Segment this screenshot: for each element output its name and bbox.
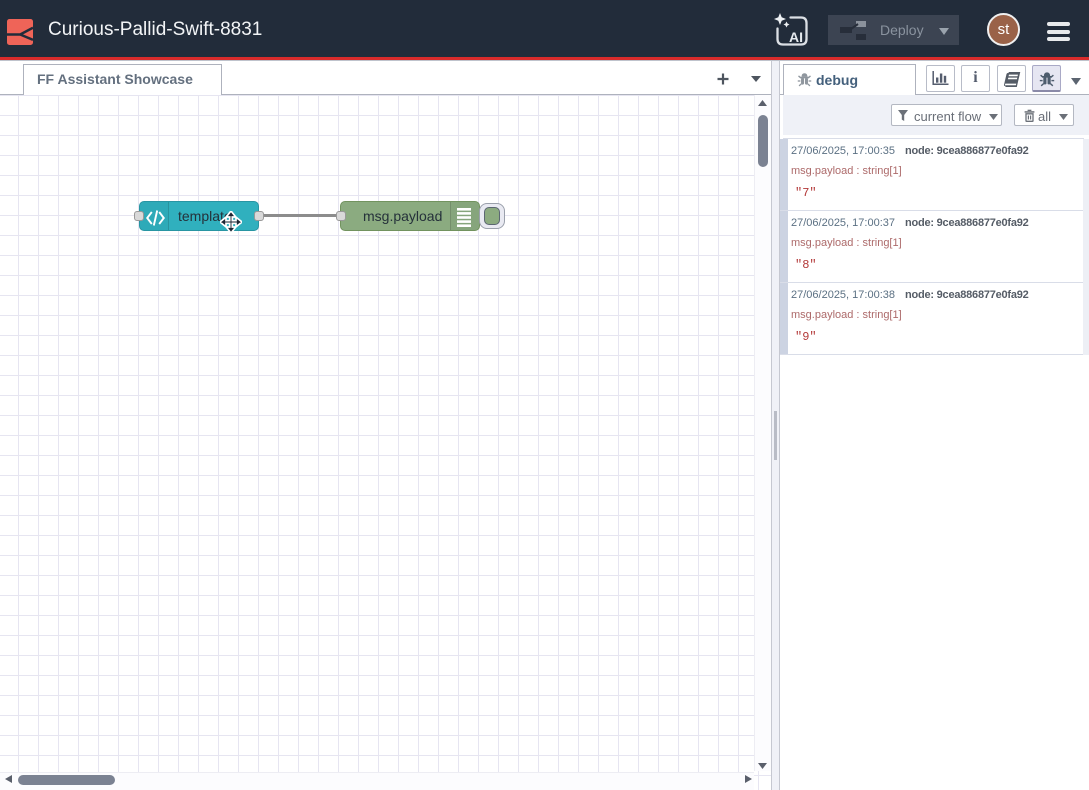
svg-text:AI: AI bbox=[789, 29, 803, 45]
